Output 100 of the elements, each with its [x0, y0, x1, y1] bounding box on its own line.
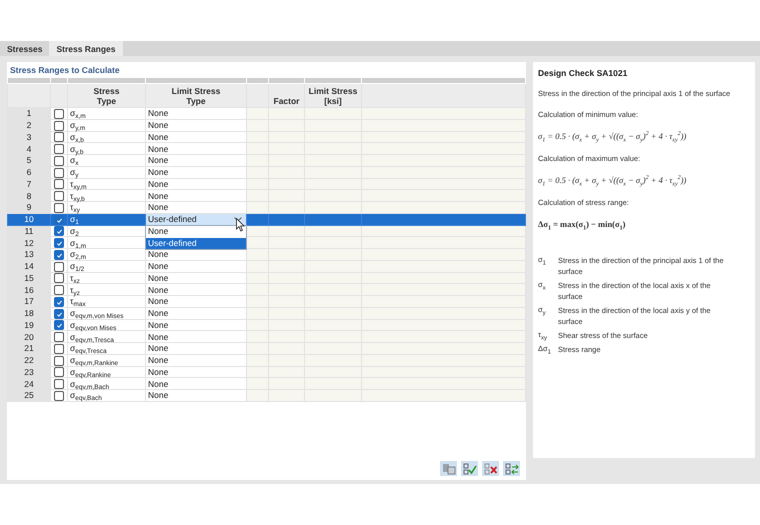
checkbox[interactable] [54, 214, 64, 224]
limit-type: None [148, 272, 168, 283]
limit-type: None [148, 132, 168, 142]
row-number: 15 [24, 272, 34, 283]
stress-type: σ$_{2}$ [70, 226, 79, 236]
row-number: 20 [24, 332, 34, 342]
checkbox[interactable] [54, 367, 64, 378]
stress-type: σ$_{1}$ [70, 214, 79, 224]
stress-type: σ$_{eqv,Tresca}$ [70, 343, 107, 354]
stress-type: σ$_{eqv,Bach}$ [70, 390, 102, 400]
stress-type: σ$_{1/2}$ [70, 261, 84, 272]
limit-type: None [148, 366, 168, 377]
limit-type: None [148, 390, 168, 400]
checkbox[interactable] [54, 332, 64, 342]
checkbox[interactable] [54, 344, 64, 354]
checkbox[interactable] [54, 379, 64, 389]
row-number: 7 [26, 178, 32, 189]
row-number: 5 [26, 155, 32, 166]
limit-type: None [148, 308, 168, 318]
limit-type: None [148, 144, 168, 154]
checkbox[interactable] [54, 179, 64, 190]
tab[interactable]: Stresses [0, 41, 50, 56]
checkbox[interactable] [54, 250, 64, 260]
limit-type: None [148, 261, 168, 272]
row-number: 25 [24, 390, 34, 400]
row-number: 21 [24, 343, 34, 354]
stress-type: σ$_{eqv,von Mises}$ [70, 320, 116, 330]
row-number: 17 [24, 296, 34, 306]
stress-type: σ$_{y}$ [70, 167, 78, 178]
row-number: 12 [24, 238, 34, 248]
checkbox[interactable] [54, 168, 64, 178]
caret-icon [234, 216, 242, 222]
row-number: 4 [26, 144, 32, 154]
row-number: 9 [26, 202, 32, 212]
stress-type: σ$_{eqv,Rankine}$ [70, 366, 111, 377]
row-number: 19 [24, 320, 34, 330]
limit-type: None [148, 155, 168, 166]
column-header: Stress Type [94, 86, 120, 106]
row-number: 16 [24, 284, 34, 295]
stress-type: σ$_{eqv,m,Tresca}$ [70, 332, 114, 342]
check-all-icon[interactable] [461, 461, 478, 476]
limit-type: None [148, 120, 168, 130]
stress-type: σ$_{eqv,m,Bach}$ [70, 378, 110, 389]
checkbox[interactable] [54, 156, 64, 166]
checkbox[interactable] [54, 356, 64, 366]
row-number: 11 [24, 226, 34, 236]
limit-type-dropdown[interactable]: User-defined [146, 214, 246, 224]
row-number: 14 [24, 261, 34, 272]
checkbox[interactable] [54, 108, 64, 119]
formula: Δσ$_{1}$ = max(σ$_{1}$) − min(σ$_{1}$) [538, 219, 626, 229]
row-number: 22 [24, 355, 34, 366]
checkbox[interactable] [54, 132, 64, 142]
row-number: 24 [24, 378, 34, 389]
limit-type: None [148, 378, 168, 389]
row-number: 1 [26, 108, 32, 118]
uncheck-all-icon[interactable] [482, 461, 499, 476]
tab[interactable]: Stress Ranges [49, 41, 123, 56]
formula: σ$_{1}$ = 0.5 · (σ$_{x}$ + σ$_{y}$ + √((σ$_{x}$ − σ$_{y}$)$^{2}$ + 4 · τ$_{xy}$$^{2}$)) [538, 131, 688, 141]
checkbox[interactable] [54, 320, 64, 330]
limit-type: None [148, 108, 168, 118]
row-number: 10 [24, 214, 34, 224]
limit-type: None [148, 284, 168, 295]
stress-type: σ$_{x,m}$ [70, 108, 86, 118]
limit-type: None [148, 178, 168, 189]
stress-type: σ$_{eqv,m,von Mises}$ [70, 308, 124, 318]
checkbox[interactable] [54, 226, 64, 236]
row-number: 8 [26, 190, 32, 201]
column-header: Factor [274, 96, 300, 106]
stress-type: σ$_{x}$ [70, 155, 78, 166]
stress-type: τ$_{max}$ [70, 296, 86, 306]
checkbox[interactable] [54, 144, 64, 154]
checkbox[interactable] [54, 191, 64, 201]
checkbox[interactable] [54, 296, 64, 307]
stress-type: σ$_{y,m}$ [70, 120, 86, 130]
checkbox[interactable] [54, 120, 64, 130]
limit-type: None [148, 167, 168, 178]
checkbox[interactable] [54, 273, 64, 284]
row-number: 23 [24, 366, 34, 377]
row-number: 6 [26, 167, 32, 178]
toggle-selection-icon[interactable] [503, 461, 520, 476]
limit-type: None [148, 343, 168, 354]
checkbox[interactable] [54, 262, 64, 272]
checkbox[interactable] [54, 238, 64, 248]
limit-type: None [148, 355, 168, 366]
stress-type: σ$_{2,m}$ [70, 249, 86, 260]
stress-type: σ$_{eqv,m,Rankine}$ [70, 355, 118, 366]
limit-type: None [148, 296, 168, 306]
copy-icon[interactable] [440, 461, 457, 476]
checkbox[interactable] [54, 285, 64, 295]
checkbox[interactable] [54, 202, 64, 213]
stress-type: σ$_{y,b}$ [70, 144, 84, 154]
column-header: Limit Stress Type [172, 86, 220, 106]
checkbox[interactable] [54, 308, 64, 318]
dropdown-option[interactable]: User-defined [146, 238, 246, 250]
stress-type: τ$_{xy,b}$ [70, 190, 85, 201]
stress-type: σ$_{1,m}$ [70, 238, 86, 248]
row-number: 18 [24, 308, 34, 318]
limit-type: None [148, 249, 168, 260]
stress-type: σ$_{x,b}$ [70, 132, 84, 142]
checkbox[interactable] [54, 390, 64, 401]
